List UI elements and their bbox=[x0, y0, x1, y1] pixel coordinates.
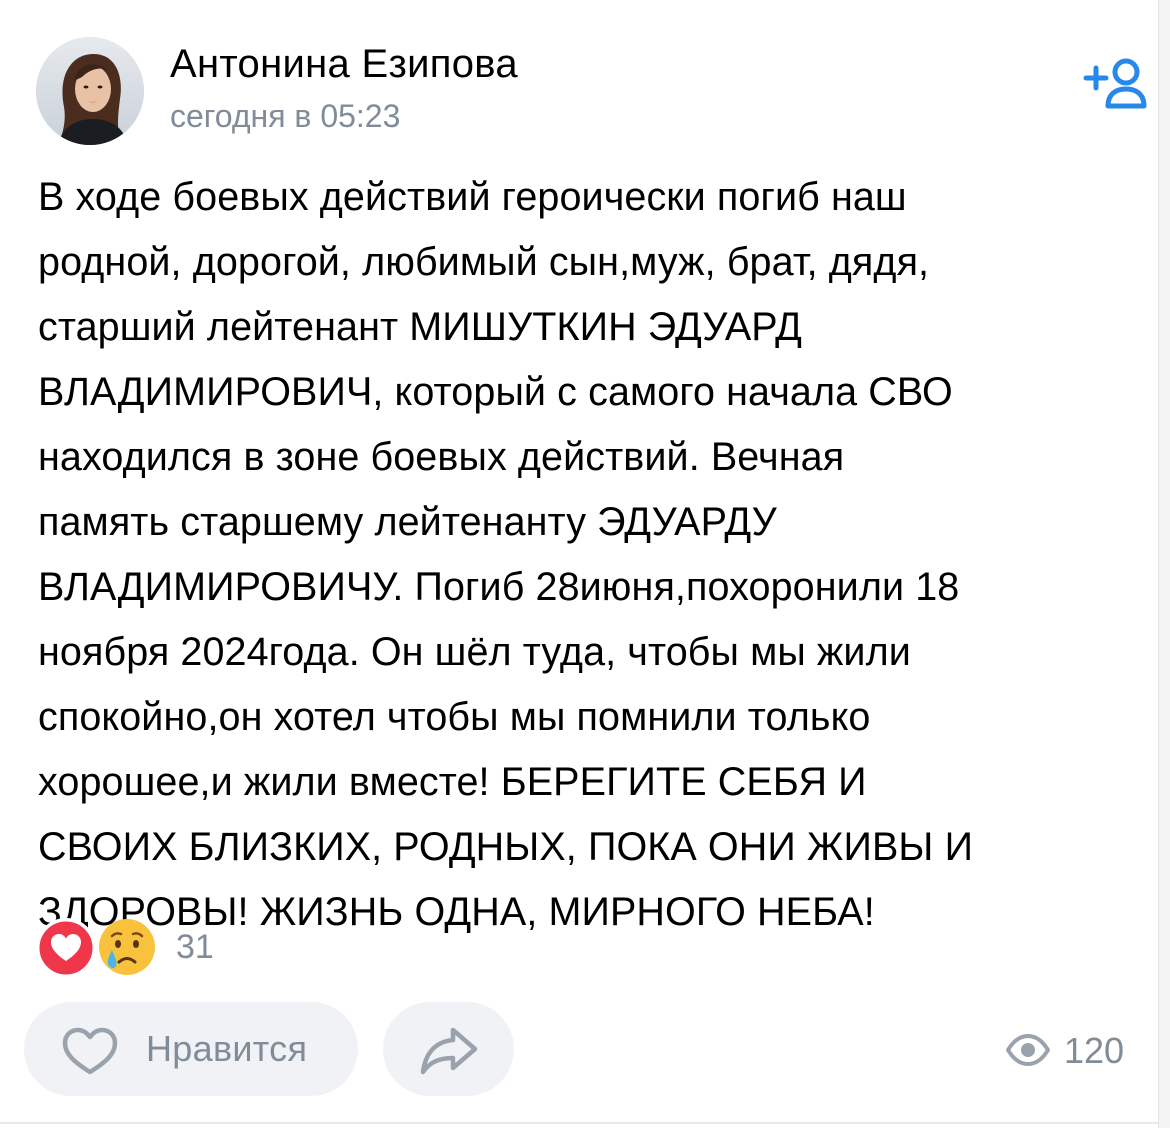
author-avatar[interactable] bbox=[36, 37, 144, 145]
like-button-label: Нравится bbox=[146, 1028, 308, 1069]
views-counter: 120 bbox=[1006, 1028, 1146, 1072]
views-count: 120 bbox=[1064, 1030, 1125, 1071]
reactions-count: 31 bbox=[176, 928, 214, 966]
add-friend-icon[interactable] bbox=[1080, 56, 1152, 112]
crying-face-reaction-icon bbox=[96, 916, 158, 978]
right-edge-divider bbox=[1158, 0, 1170, 1128]
post-card: Антонина Езипова сегодня в 05:23 В ходе … bbox=[0, 0, 1158, 1128]
heart-outline-icon bbox=[60, 1026, 120, 1076]
post-timestamp: сегодня в 05:23 bbox=[170, 98, 401, 134]
post-divider bbox=[0, 1122, 1158, 1124]
like-button[interactable]: Нравится bbox=[24, 1002, 358, 1096]
eye-icon bbox=[1006, 1034, 1050, 1066]
heart-reaction-icon bbox=[36, 918, 96, 978]
share-button[interactable] bbox=[383, 1002, 514, 1096]
post-body-text: В ходе боевых действий героически погиб … bbox=[38, 175, 974, 934]
author-name[interactable]: Антонина Езипова bbox=[170, 42, 518, 87]
reactions-summary[interactable]: 31 bbox=[36, 916, 236, 980]
share-arrow-icon bbox=[419, 1024, 479, 1076]
